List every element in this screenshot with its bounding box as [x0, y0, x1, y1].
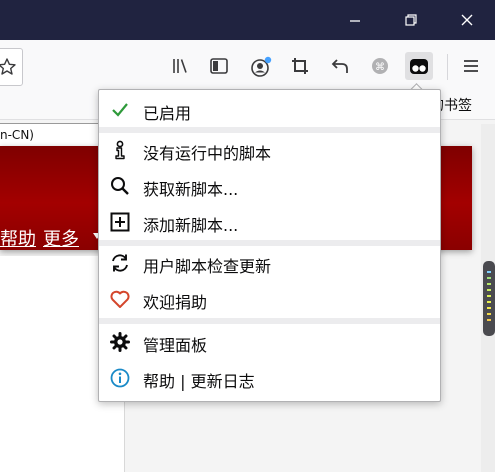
screenshot-crop-button[interactable]: [286, 52, 314, 80]
sidebar-icon: [210, 58, 228, 74]
menu-item-label: 用户脚本检查更新: [143, 257, 272, 276]
undo-icon: [331, 59, 348, 73]
menu-separator: [99, 318, 440, 324]
menu-item-dashboard[interactable]: 管理面板: [99, 325, 440, 359]
account-icon: [251, 56, 272, 77]
hamburger-menu-icon: [464, 60, 478, 72]
menu-item-add-new-script[interactable]: 添加新脚本...: [99, 205, 440, 239]
language-tab[interactable]: n-CN): [0, 123, 105, 147]
menu-item-get-new-script[interactable]: 获取新脚本...: [99, 169, 440, 203]
menu-item-help-changelog[interactable]: 帮助 | 更新日志: [99, 361, 440, 395]
toolbar-separator: [447, 54, 448, 80]
close-window-button[interactable]: [444, 0, 490, 40]
menu-item-donate[interactable]: 欢迎捐助: [99, 282, 440, 316]
library-button[interactable]: [166, 52, 194, 80]
extension-button[interactable]: ⌘: [366, 52, 394, 80]
heart-icon: [110, 290, 130, 308]
menu-item-label: 添加新脚本...: [143, 216, 239, 235]
undo-button[interactable]: [326, 52, 354, 80]
plus-square-icon: [110, 212, 130, 232]
open-menu-button[interactable]: [457, 52, 485, 80]
menu-item-check-updates[interactable]: 用户脚本检查更新: [99, 246, 440, 280]
menu-item-label: 帮助 | 更新日志: [143, 372, 255, 391]
url-bar[interactable]: [0, 48, 23, 86]
menu-item-label: 欢迎捐助: [143, 293, 208, 312]
menu-item-enabled[interactable]: 已启用: [99, 93, 440, 127]
tampermonkey-icon: [410, 59, 428, 74]
crop-icon: [292, 58, 308, 74]
minimize-window-button[interactable]: [332, 0, 378, 40]
gear-icon: [110, 332, 130, 352]
restore-icon: [405, 14, 417, 26]
minimize-icon: [350, 20, 360, 22]
tampermonkey-button[interactable]: [405, 52, 433, 80]
nav-more-link[interactable]: 更多: [43, 225, 79, 251]
svg-text:⌘: ⌘: [375, 62, 385, 73]
bookmark-star-icon[interactable]: [0, 57, 17, 77]
close-icon: [461, 14, 473, 26]
restore-window-button[interactable]: [388, 0, 434, 40]
account-button[interactable]: [246, 52, 274, 80]
menu-item-label: 管理面板: [143, 336, 208, 355]
menu-item-no-scripts: 没有运行中的脚本: [99, 133, 440, 167]
extension-icon: ⌘: [372, 58, 388, 74]
menu-item-label: 没有运行中的脚本: [143, 144, 272, 163]
info-circle-icon: [110, 368, 130, 388]
refresh-icon: [112, 254, 128, 272]
sidebar-button[interactable]: [205, 52, 233, 80]
scrollbar-thumb[interactable]: [483, 261, 495, 336]
nav-help-link[interactable]: 帮助: [0, 225, 36, 251]
search-icon: [111, 177, 129, 195]
info-i-icon: [115, 140, 125, 160]
checkmark-icon: [112, 103, 128, 117]
menu-item-label: 已启用: [143, 104, 192, 123]
library-icon: [173, 59, 187, 73]
menu-item-label: 获取新脚本...: [143, 180, 239, 199]
tampermonkey-menu: 已启用 没有运行中的脚本 获取新脚本... 添加新脚本... 用户脚本检查更新 …: [98, 89, 441, 402]
